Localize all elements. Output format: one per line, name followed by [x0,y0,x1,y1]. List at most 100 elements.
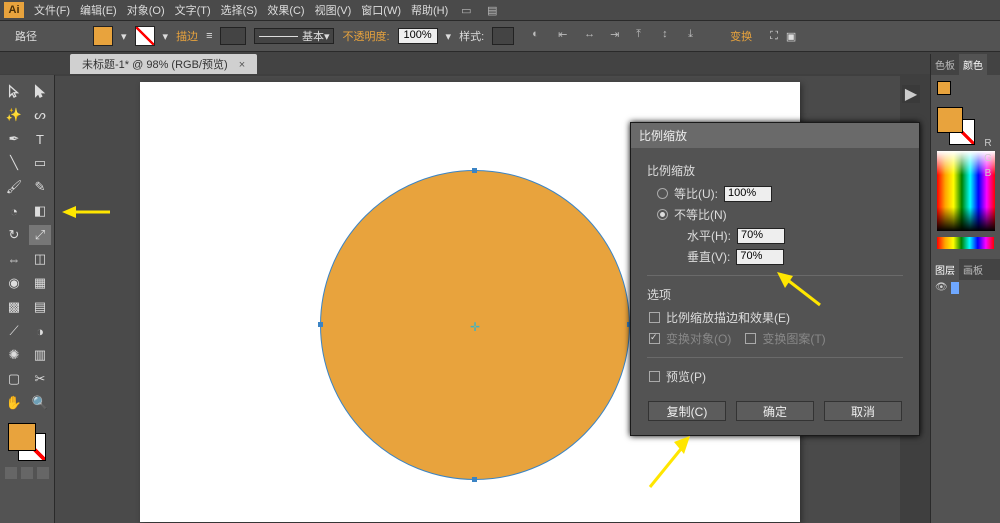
preview-checkbox[interactable] [649,371,660,382]
rectangle-tool[interactable]: ▭ [29,153,51,173]
menu-help[interactable]: 帮助(H) [411,2,448,18]
direct-selection-tool[interactable] [29,81,51,101]
tab-color[interactable]: 颜色 [959,54,987,75]
layout2-icon[interactable]: ▤ [484,2,500,18]
perspective-tool[interactable]: ▦ [29,273,51,293]
anchor-left[interactable] [318,322,323,327]
menu-file[interactable]: 文件(F) [34,2,70,18]
tab-layers[interactable]: 图层 [931,259,959,280]
color-mode-icon[interactable] [5,467,17,479]
ok-button[interactable]: 确定 [736,401,814,421]
fill-swatch[interactable] [93,26,113,46]
eraser-tool[interactable]: ◧ [29,201,51,221]
channel-r-label: R [984,138,991,149]
line-tool[interactable]: ╲ [3,153,25,173]
fill-dropdown-icon[interactable]: ▾ [121,30,127,43]
opacity-input[interactable]: 100% [398,28,438,44]
cancel-button[interactable]: 取消 [824,401,902,421]
stroke-profile[interactable]: 基本 ▾ [254,28,334,44]
tab-swatches[interactable]: 色板 [931,54,959,75]
mesh-tool[interactable]: ▩ [3,297,25,317]
horizontal-input[interactable]: 70% [737,228,785,244]
width-tool[interactable]: ⇔ [3,249,25,269]
align-vcenter-icon[interactable]: ↕ [662,28,678,44]
expand-panels-icon[interactable]: ▶ [902,85,920,103]
mask-icon[interactable]: ▣ [786,30,796,43]
rotate-tool[interactable]: ↻ [3,225,25,245]
graph-tool[interactable]: ▥ [29,345,51,365]
selected-ellipse[interactable]: ✛ [320,170,630,480]
copy-button[interactable]: 复制(C) [648,401,726,421]
stroke-link[interactable]: 描边 [176,28,198,44]
blend-tool[interactable]: ◑ [29,321,51,341]
align-hcenter-icon[interactable]: ↔ [584,28,600,44]
shape-builder-tool[interactable]: ◉ [3,273,25,293]
free-transform-tool[interactable]: ◫ [29,249,51,269]
document-tab-label: 未标题-1* @ 98% (RGB/预览) [82,59,228,71]
panel-fill-box[interactable] [937,107,963,133]
style-dropdown[interactable] [492,27,514,45]
hand-tool[interactable]: ✋ [3,393,25,413]
none-mode-icon[interactable] [37,467,49,479]
menu-window[interactable]: 窗口(W) [361,2,401,18]
hue-strip[interactable] [937,237,994,249]
visibility-icon[interactable]: 👁 [935,282,947,294]
pencil-tool[interactable]: ✎ [29,177,51,197]
blob-brush-tool[interactable]: ◔ [3,201,25,221]
uniform-radio[interactable] [657,188,668,199]
stroke-swatch[interactable] [135,26,155,46]
zoom-tool[interactable]: 🔍 [29,393,51,413]
tab-artboards[interactable]: 画板 [959,259,987,280]
stroke-weight-field[interactable] [220,27,246,45]
close-tab-icon[interactable]: × [239,59,245,71]
align-bottom-icon[interactable]: ⤓ [688,28,704,44]
align-left-icon[interactable]: ⇤ [558,28,574,44]
gradient-mode-icon[interactable] [21,467,33,479]
transform-objects-checkbox [649,333,660,344]
opacity-drop-icon[interactable]: ▾ [446,30,452,43]
recolor-icon[interactable]: ◐ [532,28,548,44]
layout-icon[interactable]: ▭ [458,2,474,18]
transform-link[interactable]: 变换 [730,28,752,44]
pen-tool[interactable]: ✒ [3,129,25,149]
transform-patterns-checkbox [745,333,756,344]
isolate-icon[interactable]: ⛶ [770,30,778,43]
stroke-weight-icon[interactable]: ≡ [206,30,212,42]
panel-fill-swatch[interactable] [937,81,951,95]
menu-object[interactable]: 对象(O) [127,2,165,18]
anchor-top[interactable] [472,168,477,173]
stroke-profile-drop-icon[interactable]: ▾ [324,30,330,43]
stroke-dropdown-icon[interactable]: ▾ [163,30,169,43]
layer-row[interactable]: 👁 [931,280,1000,296]
gradient-tool[interactable]: ▤ [29,297,51,317]
menu-text[interactable]: 文字(T) [175,2,211,18]
opacity-label[interactable]: 不透明度: [342,28,389,44]
scale-tool[interactable]: ⤢ [29,225,51,245]
artboard-tool[interactable]: ▢ [3,369,25,389]
slice-tool[interactable]: ✂ [29,369,51,389]
anchor-bottom[interactable] [472,477,477,482]
symbol-sprayer-tool[interactable]: ✺ [3,345,25,365]
selection-tool[interactable] [3,81,25,101]
menu-edit[interactable]: 编辑(E) [80,2,117,18]
lasso-tool[interactable]: ᔕ [29,105,51,125]
panel-fillstroke[interactable] [937,107,975,145]
channel-b-label: B [985,168,992,179]
type-tool[interactable]: T [29,129,51,149]
doc-tab-bar: 未标题-1* @ 98% (RGB/预览) × [0,52,1000,74]
fill-color-box[interactable] [8,423,36,451]
align-top-icon[interactable]: ⤒ [636,28,652,44]
document-tab[interactable]: 未标题-1* @ 98% (RGB/预览) × [70,54,257,74]
fill-stroke-control[interactable] [8,423,46,461]
align-right-icon[interactable]: ⇥ [610,28,626,44]
menu-effect[interactable]: 效果(C) [267,2,304,18]
menu-select[interactable]: 选择(S) [221,2,258,18]
scale-strokes-checkbox[interactable] [649,312,660,323]
magic-wand-tool[interactable]: ✨ [3,105,25,125]
eyedropper-tool[interactable]: ⟋ [3,321,25,341]
uniform-input[interactable]: 100% [724,186,772,202]
menu-view[interactable]: 视图(V) [315,2,352,18]
nonuniform-radio[interactable] [657,209,668,220]
vertical-input[interactable]: 70% [736,249,784,265]
paintbrush-tool[interactable]: 🖌 [3,177,25,197]
